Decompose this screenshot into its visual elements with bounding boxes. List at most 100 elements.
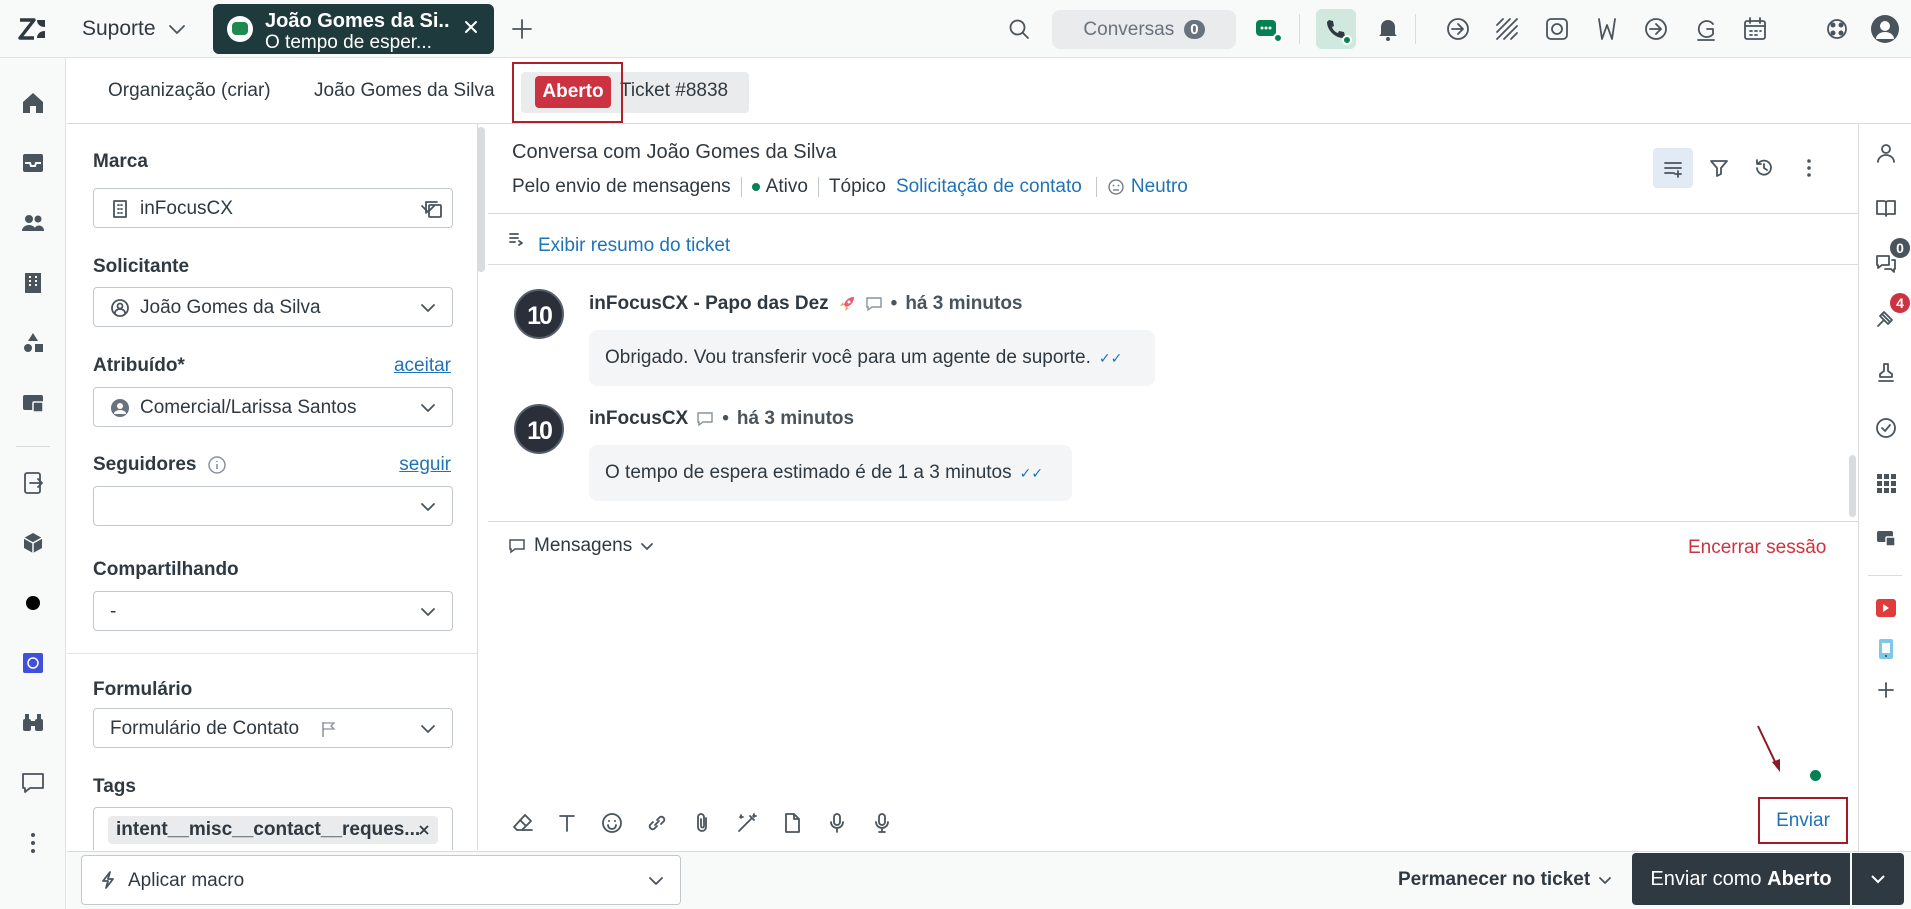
user-avatar-icon[interactable]: [1870, 14, 1900, 44]
conversation-scrollbar[interactable]: [1849, 455, 1856, 517]
end-session-button[interactable]: Encerrar sessão: [1688, 537, 1826, 559]
message-time-separator: •: [722, 408, 729, 429]
circle-app-icon[interactable]: [20, 590, 46, 616]
more-options-button[interactable]: [1789, 148, 1829, 188]
magic-wand-icon[interactable]: [735, 811, 759, 835]
phone-button[interactable]: [1316, 9, 1356, 49]
brand-select[interactable]: inFocusCX: [93, 188, 453, 228]
delivered-check-icon: ✓✓: [1098, 350, 1123, 366]
chevron-down-icon: [640, 539, 654, 553]
breadcrumb-organization[interactable]: Organização (criar): [108, 80, 271, 102]
emoji-icon[interactable]: [600, 811, 624, 835]
export-app-icon[interactable]: [20, 470, 46, 496]
requester-label: Solicitante: [93, 256, 190, 277]
toolbar-divider: [1415, 14, 1416, 44]
shapes-icon[interactable]: [20, 330, 46, 356]
zendesk-logo-icon[interactable]: [18, 16, 48, 42]
followers-select[interactable]: [93, 486, 453, 526]
product-switcher[interactable]: Suporte: [82, 14, 186, 44]
after-submit-select[interactable]: Permanecer no ticket: [1398, 869, 1612, 891]
submit-options-button[interactable]: [1852, 853, 1904, 905]
add-app-icon[interactable]: [1874, 678, 1898, 702]
follow-link[interactable]: seguir: [399, 454, 451, 476]
fields-scrollbar[interactable]: [477, 127, 485, 272]
close-tab-icon[interactable]: [462, 18, 480, 36]
flag-icon: [320, 720, 338, 738]
stamp-icon[interactable]: [1874, 361, 1898, 385]
assignee-select[interactable]: Comercial/Larissa Santos: [93, 387, 453, 427]
transfer-app-icon[interactable]: [1444, 15, 1472, 43]
form-select[interactable]: Formulário de Contato: [93, 708, 453, 748]
rocket-emoji-icon: [837, 294, 857, 314]
search-icon[interactable]: [1008, 18, 1030, 40]
sharing-select[interactable]: -: [93, 591, 453, 631]
after-submit-label: Permanecer no ticket: [1398, 869, 1591, 890]
sharing-value: -: [110, 601, 117, 622]
knowledge-book-icon[interactable]: [1874, 196, 1898, 220]
ticket-tab[interactable]: João Gomes da Si... O tempo de esper...: [213, 4, 494, 54]
filter-icon: [1708, 157, 1730, 179]
message-header: inFocusCX - Papo das Dez • há 3 minutos: [589, 293, 1023, 315]
organizations-icon[interactable]: [20, 270, 46, 296]
binoculars-icon[interactable]: [20, 710, 46, 736]
take-it-link[interactable]: aceitar: [394, 355, 451, 377]
inbox-icon[interactable]: [20, 150, 46, 176]
whatsapp-app-icon[interactable]: [1543, 15, 1571, 43]
device-app-icon[interactable]: [1874, 526, 1898, 550]
channel-selector[interactable]: Mensagens: [508, 535, 654, 557]
filter-button[interactable]: [1699, 148, 1739, 188]
grammarly-app-icon[interactable]: [1692, 15, 1720, 43]
chat-status-icon[interactable]: [1253, 15, 1283, 43]
show-summary-link[interactable]: Exibir resumo do ticket: [538, 235, 730, 257]
document-icon[interactable]: [780, 811, 804, 835]
sentiment-link[interactable]: Neutro: [1131, 176, 1188, 198]
tablet-app-icon[interactable]: [1874, 637, 1898, 661]
forward-app-icon[interactable]: [1642, 15, 1670, 43]
conversations-button[interactable]: Conversas 0: [1052, 10, 1236, 49]
check-circle-icon[interactable]: [1874, 416, 1898, 440]
customer-context-icon[interactable]: [1874, 141, 1898, 165]
breadcrumb-requester[interactable]: João Gomes da Silva: [314, 80, 495, 102]
submit-as-button[interactable]: Enviar como Aberto: [1632, 853, 1850, 905]
conversations-badge: 0: [1890, 238, 1910, 258]
add-tab-icon[interactable]: [510, 17, 534, 41]
copy-icon[interactable]: [422, 198, 444, 220]
notifications-bell-icon[interactable]: [1374, 15, 1402, 43]
box-app-icon[interactable]: [20, 530, 46, 556]
w-app-icon[interactable]: [1593, 15, 1621, 43]
online-status-dot: [1810, 770, 1821, 781]
summary-list-icon: [508, 231, 524, 247]
link-icon[interactable]: [645, 811, 669, 835]
remove-tag-icon[interactable]: [418, 824, 430, 836]
info-icon[interactable]: [207, 455, 227, 475]
home-icon[interactable]: [20, 90, 46, 116]
pattern-app-icon[interactable]: [1493, 15, 1521, 43]
history-button[interactable]: [1744, 148, 1784, 188]
media-app-icon[interactable]: [1874, 596, 1898, 620]
more-vertical-icon[interactable]: [20, 830, 46, 856]
conversation-view-button[interactable]: [1653, 148, 1693, 188]
attachment-icon[interactable]: [690, 811, 714, 835]
reporting-icon[interactable]: [20, 390, 46, 416]
eraser-icon[interactable]: [511, 811, 535, 835]
chat-nav-icon[interactable]: [20, 770, 46, 796]
apply-macro-select[interactable]: Aplicar macro: [81, 855, 681, 905]
whatsapp-admin-icon[interactable]: [20, 650, 46, 676]
tags-input[interactable]: intent__misc__contact__reques...: [93, 807, 453, 850]
topic-value-link[interactable]: Solicitação de contato: [896, 176, 1082, 198]
message-text: O tempo de espera estimado é de 1 a 3 mi…: [605, 462, 1012, 483]
microphone-icon[interactable]: [825, 811, 849, 835]
calendar-app-icon[interactable]: [1741, 15, 1769, 43]
send-button[interactable]: Enviar: [1758, 797, 1848, 844]
active-status-dot: [751, 183, 760, 191]
topic-label: Tópico: [828, 176, 886, 197]
grid-apps-icon[interactable]: [1874, 471, 1898, 495]
channel-label: Mensagens: [534, 535, 633, 556]
product-tray-icon[interactable]: [1823, 15, 1851, 43]
customers-icon[interactable]: [20, 210, 46, 236]
voice-note-icon[interactable]: [870, 811, 894, 835]
requester-select[interactable]: João Gomes da Silva: [93, 287, 453, 327]
lightning-icon: [98, 870, 118, 890]
composer[interactable]: [488, 521, 1858, 851]
text-format-icon[interactable]: [555, 811, 579, 835]
